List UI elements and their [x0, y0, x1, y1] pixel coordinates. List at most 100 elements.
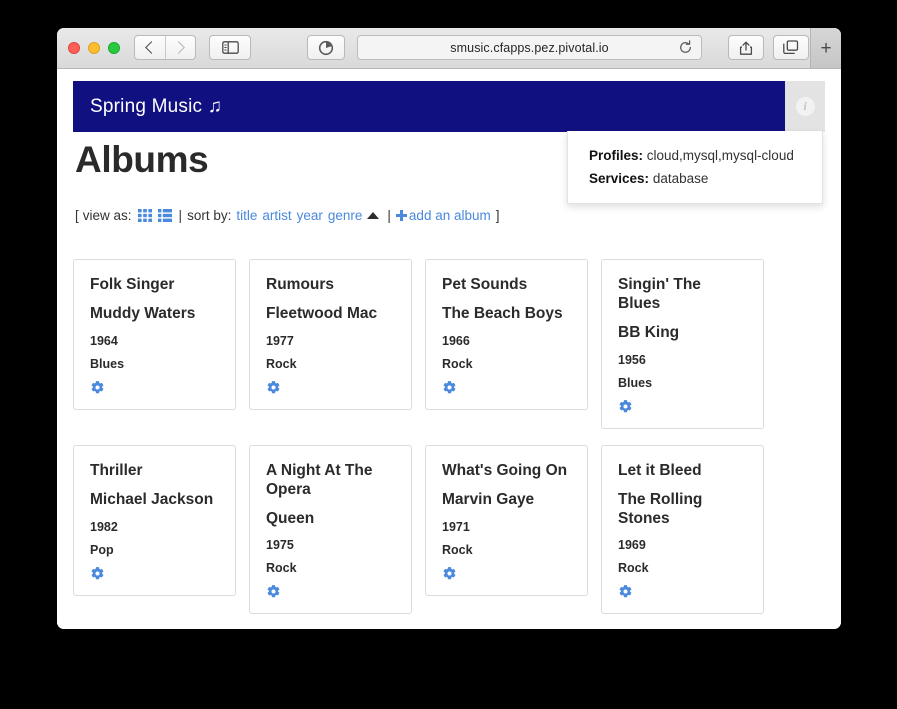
album-artist: BB King — [618, 323, 680, 341]
view-sort-controls: [ view as: | sort by: title artist year … — [75, 208, 500, 223]
album-genre: Rock — [618, 561, 649, 576]
album-artist: Muddy Waters — [90, 304, 196, 322]
album-settings-gear-icon[interactable] — [90, 566, 105, 581]
info-button[interactable]: i — [785, 81, 825, 132]
album-artist: The Beach Boys — [442, 304, 563, 322]
navigation-buttons — [134, 35, 196, 60]
icloud-tabs-icon — [318, 40, 334, 55]
album-genre: Blues — [90, 356, 125, 371]
back-button[interactable] — [135, 36, 166, 59]
popover-profiles-row: Profiles: cloud,mysql,mysql-cloud — [568, 144, 822, 167]
minimize-window-button[interactable] — [88, 42, 100, 54]
popover-services-label: Services: — [589, 171, 650, 186]
reload-button[interactable] — [678, 40, 693, 55]
album-card[interactable]: Rumours Fleetwood Mac 1977 Rock — [249, 259, 412, 410]
album-title: Pet Sounds — [442, 276, 528, 293]
popover-profiles-value: cloud,mysql,mysql-cloud — [646, 148, 794, 163]
caret-up-icon[interactable] — [367, 212, 380, 219]
close-bracket: ] — [495, 208, 500, 223]
album-settings-gear-icon[interactable] — [618, 399, 633, 414]
album-title: Folk Singer — [90, 276, 175, 293]
popover-services-row: Services: database — [568, 167, 822, 190]
separator-2: | — [387, 208, 391, 223]
album-settings-gear-icon[interactable] — [618, 584, 633, 599]
new-tab-label: + — [820, 37, 832, 59]
share-icon — [739, 41, 753, 55]
url-text: smusic.cfapps.pez.pivotal.io — [450, 40, 609, 55]
album-settings-gear-icon[interactable] — [442, 566, 457, 581]
sort-by-title-link[interactable]: title — [236, 208, 257, 223]
grid-view-icon[interactable] — [137, 209, 152, 222]
album-card[interactable]: Thriller Michael Jackson 1982 Pop — [73, 444, 236, 596]
sort-by-artist-link[interactable]: artist — [262, 208, 291, 223]
sort-by-year-link[interactable]: year — [297, 208, 323, 223]
album-artist: Queen — [266, 509, 315, 527]
window-controls — [68, 42, 120, 54]
popover-services-value: database — [652, 171, 709, 186]
sidebar-icon — [221, 41, 239, 54]
show-tabs-button[interactable] — [773, 35, 809, 60]
album-title: Let it Bleed — [618, 461, 702, 479]
album-year: 1956 — [618, 352, 646, 367]
screen: smusic.cfapps.pez.pivotal.io + Spring Mu… — [0, 0, 897, 709]
album-artist: The Rolling Stones — [618, 490, 703, 527]
album-year: 1975 — [266, 538, 294, 553]
album-card[interactable]: Folk Singer Muddy Waters 1964 Blues — [73, 259, 236, 410]
album-artist: Marvin Gaye — [442, 490, 535, 508]
album-card[interactable]: Singin' The Blues BB King 1956 Blues — [601, 259, 764, 429]
album-card[interactable]: A Night At The Opera Queen 1975 Rock — [249, 444, 412, 615]
app-header: Spring Music ♫ — [73, 81, 785, 132]
info-popover: Profiles: cloud,mysql,mysql-cloud Servic… — [567, 131, 823, 204]
album-year: 1964 — [90, 333, 118, 348]
browser-toolbar: smusic.cfapps.pez.pivotal.io + — [57, 28, 841, 69]
album-year: 1966 — [442, 333, 470, 348]
album-settings-gear-icon[interactable] — [90, 380, 105, 395]
album-year: 1971 — [442, 519, 470, 534]
album-genre: Blues — [618, 375, 653, 390]
reload-icon — [680, 40, 691, 53]
album-genre: Rock — [442, 356, 473, 371]
forward-chevron-icon — [172, 41, 186, 54]
album-title: What's Going On — [442, 461, 568, 479]
page-title: Albums — [75, 139, 209, 180]
album-title: Rumours — [266, 276, 335, 293]
show-tabs-icon — [783, 40, 799, 55]
album-grid: Folk Singer Muddy Waters 1964 Blues Rumo… — [73, 259, 825, 615]
maximize-window-button[interactable] — [108, 42, 120, 54]
sort-by-genre-link[interactable]: genre — [328, 208, 363, 223]
album-artist: Michael Jackson — [90, 490, 214, 508]
album-title: Singin' The Blues — [618, 276, 701, 312]
album-settings-gear-icon[interactable] — [266, 380, 281, 395]
list-view-icon[interactable] — [157, 209, 172, 222]
album-card[interactable]: What's Going On Marvin Gaye 1971 Rock — [425, 444, 588, 596]
album-year: 1982 — [90, 519, 118, 534]
plus-icon[interactable] — [395, 210, 407, 221]
album-year: 1969 — [618, 538, 646, 553]
album-genre: Rock — [442, 542, 473, 557]
add-album-link[interactable]: add an album — [409, 208, 491, 223]
address-bar[interactable]: smusic.cfapps.pez.pivotal.io — [357, 35, 702, 60]
album-genre: Rock — [266, 561, 297, 576]
album-card[interactable]: Let it Bleed The Rolling Stones 1969 Roc… — [601, 444, 764, 615]
icloud-tabs-button[interactable] — [307, 35, 345, 60]
sidebar-button[interactable] — [209, 35, 251, 60]
forward-button[interactable] — [166, 36, 196, 59]
album-card[interactable]: Pet Sounds The Beach Boys 1966 Rock — [425, 259, 588, 410]
view-as-label: view as: — [82, 208, 132, 223]
close-window-button[interactable] — [68, 42, 80, 54]
browser-window: smusic.cfapps.pez.pivotal.io + Spring Mu… — [57, 28, 841, 629]
popover-profiles-label: Profiles: — [589, 148, 644, 163]
album-year: 1977 — [266, 333, 294, 348]
album-settings-gear-icon[interactable] — [442, 380, 457, 395]
share-button[interactable] — [728, 35, 764, 60]
info-icon: i — [795, 97, 815, 116]
album-genre: Rock — [266, 356, 297, 371]
web-page: Spring Music ♫ i Profiles: cloud,mysql,m… — [57, 69, 841, 629]
app-brand[interactable]: Spring Music ♫ — [90, 96, 222, 118]
album-settings-gear-icon[interactable] — [266, 584, 281, 599]
back-chevron-icon — [144, 41, 158, 54]
new-tab-button[interactable]: + — [810, 28, 841, 68]
album-artist: Fleetwood Mac — [266, 304, 378, 322]
sort-by-label: sort by: — [187, 208, 232, 223]
album-title: Thriller — [90, 461, 143, 479]
